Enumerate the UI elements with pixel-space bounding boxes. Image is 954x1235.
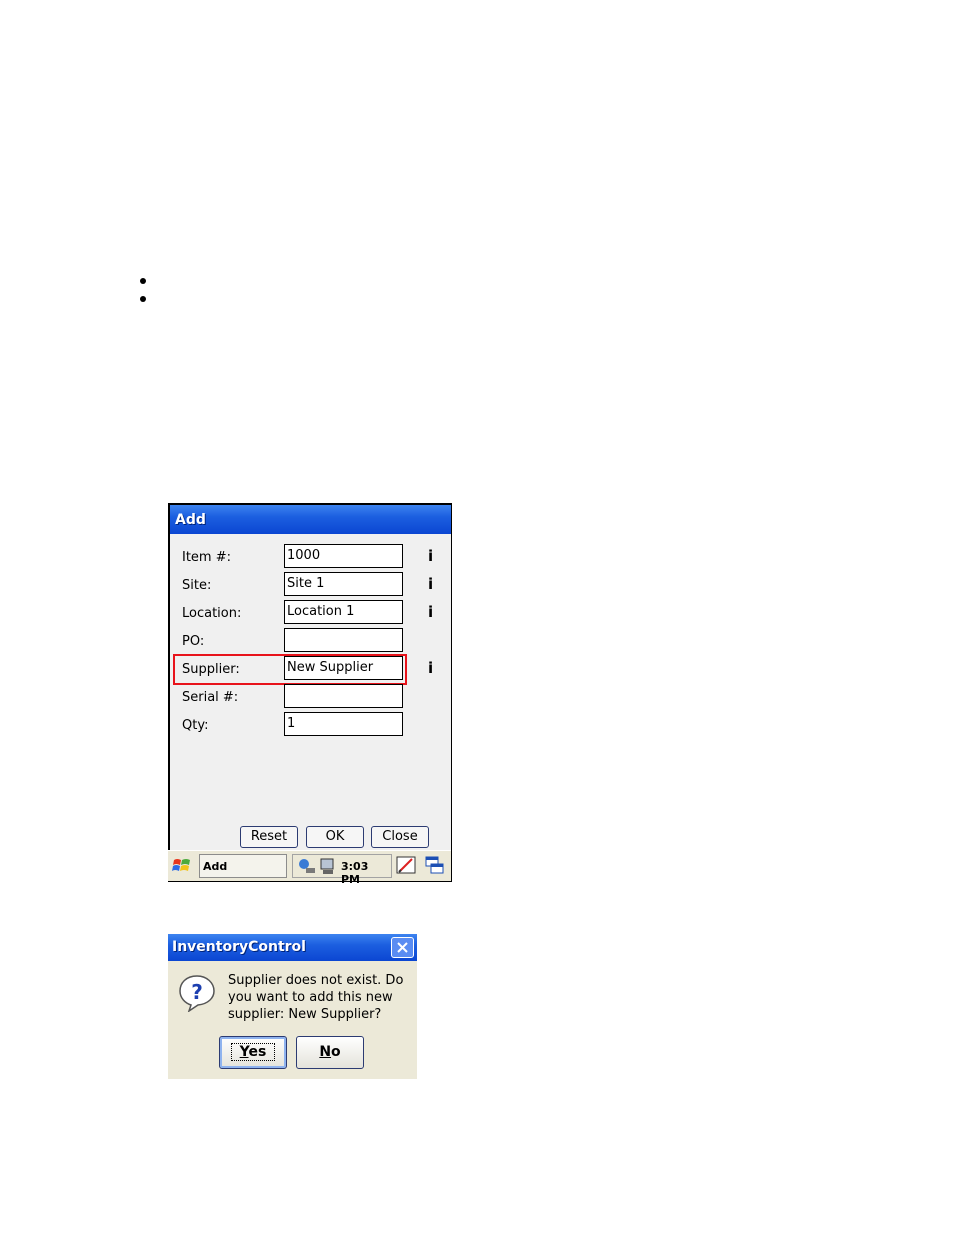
svg-text:?: ? xyxy=(191,980,203,1004)
taskbar-add-button[interactable]: Add xyxy=(199,854,287,878)
yes-mnemonic: Y xyxy=(239,1044,249,1060)
po-label: PO: xyxy=(182,634,205,649)
location-input[interactable]: Location 1 xyxy=(284,600,403,624)
location-info-icon[interactable]: i xyxy=(428,603,433,621)
yes-button-focus: Yes xyxy=(230,1043,276,1061)
item-label: Item #: xyxy=(182,550,231,565)
network-icon[interactable] xyxy=(297,858,317,876)
close-icon xyxy=(397,942,408,953)
question-icon: ? xyxy=(179,975,215,1012)
yes-button[interactable]: Yes xyxy=(219,1036,287,1069)
item-input[interactable]: 1000 xyxy=(284,544,403,568)
dialog-close-button[interactable] xyxy=(391,937,414,958)
taskbar: Add 3:03 PM xyxy=(168,850,451,886)
no-button[interactable]: No xyxy=(296,1036,364,1069)
yes-label-rest: es xyxy=(248,1044,267,1060)
reset-button[interactable]: Reset xyxy=(240,826,298,848)
windows-start-icon[interactable] xyxy=(171,855,193,877)
location-row: Location: Location 1 i xyxy=(170,600,451,628)
serial-input[interactable] xyxy=(284,684,403,708)
clock[interactable]: 3:03 PM xyxy=(341,860,391,886)
supplier-info-icon[interactable]: i xyxy=(428,659,433,677)
add-window-titlebar[interactable]: Add xyxy=(170,505,451,534)
location-label: Location: xyxy=(182,606,242,621)
bullet-point xyxy=(140,296,146,302)
site-info-icon[interactable]: i xyxy=(428,575,433,593)
no-mnemonic: N xyxy=(319,1044,332,1060)
computer-sync-icon[interactable] xyxy=(319,858,337,876)
close-button[interactable]: Close xyxy=(371,826,429,848)
qty-row: Qty: 1 xyxy=(170,712,451,740)
qty-input[interactable]: 1 xyxy=(284,712,403,736)
qty-label: Qty: xyxy=(182,718,209,733)
item-info-icon[interactable]: i xyxy=(428,547,433,565)
serial-row: Serial #: xyxy=(170,684,451,712)
bullet-point xyxy=(140,278,146,284)
dialog-titlebar[interactable]: InventoryControl xyxy=(168,934,417,961)
dialog-message: Supplier does not exist. Do you want to … xyxy=(228,973,404,1022)
site-input[interactable]: Site 1 xyxy=(284,572,403,596)
dialog-title: InventoryControl xyxy=(172,939,306,955)
no-label-rest: o xyxy=(331,1044,341,1060)
item-row: Item #: 1000 i xyxy=(170,544,451,572)
window-title: Add xyxy=(175,512,206,528)
system-tray: 3:03 PM xyxy=(292,854,392,886)
bullet-list xyxy=(140,278,146,314)
confirm-dialog: InventoryControl ? Supplier does not exi… xyxy=(168,934,417,1079)
serial-label: Serial #: xyxy=(182,690,239,705)
site-label: Site: xyxy=(182,578,212,593)
pen-input-icon[interactable] xyxy=(396,855,418,877)
po-input[interactable] xyxy=(284,628,403,652)
po-row: PO: xyxy=(170,628,451,656)
supplier-highlight-box xyxy=(173,654,407,685)
ok-button[interactable]: OK xyxy=(306,826,364,848)
add-window: Add Item #: 1000 i Site: Site 1 i Locati… xyxy=(168,503,452,886)
windows-switch-icon[interactable] xyxy=(424,855,446,877)
site-row: Site: Site 1 i xyxy=(170,572,451,600)
